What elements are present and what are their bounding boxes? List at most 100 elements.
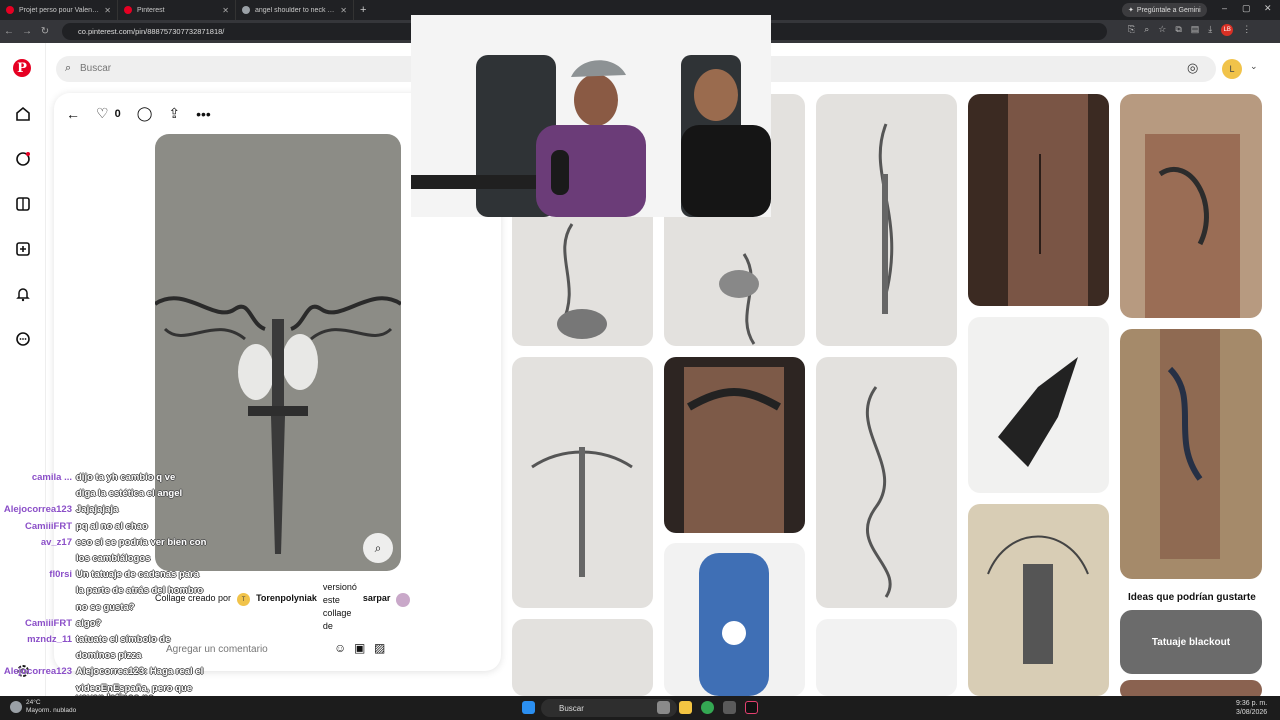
file-explorer-icon[interactable] — [679, 701, 692, 714]
comment-bubble-icon[interactable]: ◯ — [137, 105, 153, 122]
chat-message: no se gusta? — [0, 600, 220, 616]
create-icon[interactable] — [13, 239, 33, 259]
webcam-scene — [411, 55, 771, 217]
globe-favicon-icon — [242, 6, 250, 14]
creator-avatar[interactable]: T — [237, 593, 251, 606]
close-window-icon[interactable]: ✕ — [1264, 3, 1272, 14]
chat-text: diga la estética el angel — [76, 488, 183, 500]
pin-tile-baroque-sword[interactable] — [816, 94, 957, 346]
pin-tile-leg-sleeve[interactable] — [1120, 329, 1262, 579]
chat-username[interactable] — [0, 681, 72, 697]
boards-icon[interactable] — [13, 194, 33, 214]
chat-username[interactable]: camila ... — [0, 470, 72, 486]
idea-blackout-tattoo[interactable]: Tatuaje blackout — [1120, 610, 1262, 674]
pin-tile-baroque-vine[interactable] — [816, 357, 957, 608]
maximize-icon[interactable]: ▢ — [1242, 3, 1251, 14]
chevron-down-icon[interactable]: ⌄ — [1250, 61, 1258, 72]
chat-username[interactable] — [0, 551, 72, 567]
tab-angel-tattoo[interactable]: angel shoulder to neck tattoo - B ✕ — [236, 0, 354, 20]
chrome-icon[interactable] — [701, 701, 714, 714]
weather-widget[interactable]: 24°C Mayorm. nublado — [26, 699, 76, 715]
tab-valentin[interactable]: Projet perso pour Valentin✨ Mes ✕ — [0, 0, 118, 20]
collage-verb: versionó este collage de — [322, 582, 357, 631]
chat-username[interactable] — [0, 583, 72, 599]
source-avatar[interactable] — [396, 593, 411, 607]
chat-username[interactable] — [0, 648, 72, 664]
download-icon[interactable]: ⤓ — [1208, 24, 1212, 36]
home-icon[interactable] — [13, 104, 33, 124]
creator-name[interactable]: Torenpolyniak — [256, 593, 317, 603]
user-avatar[interactable]: L — [1222, 59, 1242, 79]
chat-username[interactable]: CamiiiFRT — [0, 616, 72, 632]
bookmark-star-icon[interactable]: ☆ — [1158, 24, 1166, 36]
back-arrow-icon[interactable]: ← — [66, 106, 80, 122]
close-tab-icon[interactable]: ✕ — [340, 6, 347, 15]
chat-text: no se gusta? — [76, 601, 135, 613]
pin-tile-sword-cherubs[interactable] — [512, 357, 653, 608]
chat-username[interactable]: av_z17 — [0, 535, 72, 551]
clock-time: 9:36 p. m. — [1236, 700, 1268, 707]
chat-username[interactable]: Alejocorrea123 — [0, 664, 72, 680]
pin-actions: ← ♡ 0 ◯ ⇪ ••• — [66, 105, 211, 122]
menu-kebab-icon[interactable]: ⋮ — [1242, 24, 1251, 36]
chat-username[interactable]: fl0rsi — [0, 567, 72, 583]
more-options-icon[interactable]: ••• — [196, 106, 211, 122]
new-tab-icon[interactable]: + — [360, 4, 366, 16]
photo-art — [684, 367, 784, 533]
system-clock[interactable]: 9:36 p. m. 3/08/2026 — [1236, 699, 1267, 717]
sticker-icon[interactable]: ▣ — [354, 641, 365, 655]
chat-text: dijo ta yh cambio q ve — [76, 472, 176, 483]
chat-message: av_z17 eso si se podría ver bien con — [0, 535, 220, 551]
visual-search-camera-icon[interactable]: ◎ — [1187, 60, 1198, 76]
chat-username[interactable]: mzndz_11 — [0, 632, 72, 648]
chat-username[interactable] — [0, 486, 72, 502]
visual-lens-icon[interactable]: ⌕ — [363, 533, 393, 563]
pin-tile-back-snake[interactable] — [1120, 94, 1262, 318]
sidepanel-icon[interactable]: ▤ — [1191, 24, 1200, 36]
pin-tile-pegasus[interactable] — [968, 317, 1109, 493]
messages-icon[interactable] — [13, 329, 33, 349]
profile-avatar[interactable]: LB — [1221, 24, 1234, 36]
chat-text: Alejocorrea123: Haga real el — [76, 666, 204, 678]
pin-tile-blue-sleeve[interactable] — [664, 543, 805, 696]
cast-icon[interactable]: ⎘ — [1128, 24, 1135, 36]
chat-username[interactable]: CamiiiFRT — [0, 519, 72, 535]
pin-tile-figure[interactable] — [816, 619, 957, 696]
pinterest-logo-icon[interactable]: P — [13, 59, 31, 77]
tiktok-icon[interactable] — [745, 701, 758, 714]
explore-icon[interactable] — [13, 149, 33, 169]
heart-icon[interactable]: ♡ — [96, 105, 109, 122]
task-view-icon[interactable] — [657, 701, 670, 714]
settings-app-icon[interactable] — [723, 701, 736, 714]
pin-tile-chest-tattoo[interactable] — [664, 357, 805, 533]
notifications-bell-icon[interactable] — [13, 284, 33, 304]
tattoo-sketch-art — [987, 535, 1089, 664]
source-user[interactable]: sarpar — [363, 593, 391, 603]
minimize-icon[interactable]: – — [1222, 3, 1227, 13]
back-icon[interactable]: ← — [0, 26, 18, 37]
emoji-icon[interactable]: ☺ — [334, 641, 346, 655]
chat-message: los cambiálogos — [0, 551, 220, 567]
chat-text: eso si se podría ver bien con — [76, 536, 207, 548]
image-upload-icon[interactable]: ▨ — [374, 641, 385, 655]
close-tab-icon[interactable]: ✕ — [104, 6, 111, 15]
reload-icon[interactable]: ↻ — [36, 26, 54, 37]
pin-tile-rib-tattoo[interactable] — [968, 94, 1109, 306]
tab-pinterest[interactable]: Pinterest ✕ — [118, 0, 236, 20]
windows-start-icon[interactable] — [522, 701, 535, 714]
forward-icon[interactable]: → — [18, 26, 36, 37]
chat-text: tatuate el símbolo de — [76, 634, 171, 646]
close-tab-icon[interactable]: ✕ — [222, 6, 229, 15]
tattoo-sketch-art — [531, 447, 633, 577]
pin-tile-sword-wings[interactable] — [512, 619, 653, 696]
gemini-button[interactable]: ✦ Pregúntale a Gemini — [1122, 3, 1207, 17]
zoom-icon[interactable]: ⌕ — [1144, 24, 1149, 36]
chat-username[interactable]: Alejocorrea123 — [0, 502, 72, 518]
pin-tile-angel-sword-sketch[interactable] — [968, 504, 1109, 696]
search-placeholder: Buscar — [80, 63, 112, 74]
share-icon[interactable]: ⇪ — [168, 105, 180, 122]
extensions-icon[interactable]: ⧉ — [1175, 24, 1181, 36]
chat-message: CamiiiFRT pq al no al chao — [0, 519, 220, 535]
chat-username[interactable] — [0, 600, 72, 616]
search-icon: ⌕ — [65, 62, 72, 74]
